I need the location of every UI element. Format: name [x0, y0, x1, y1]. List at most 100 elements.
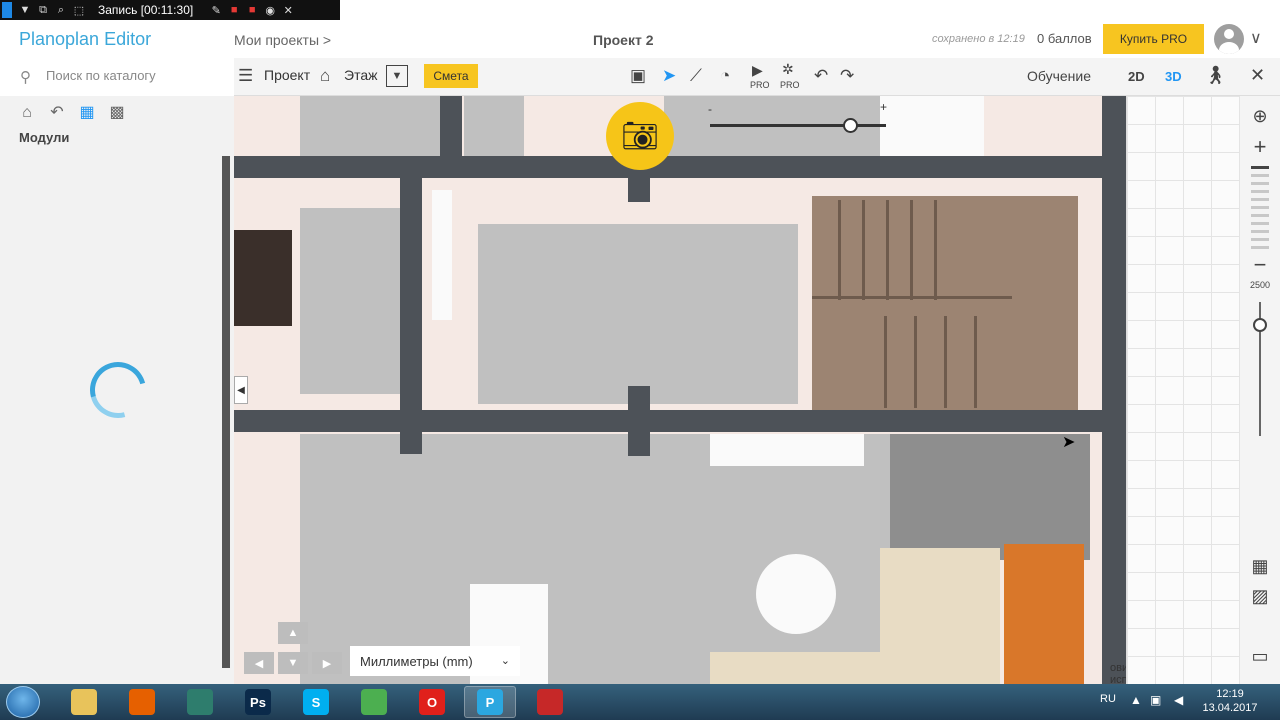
- pen-icon[interactable]: ✎: [207, 4, 225, 17]
- volume-icon[interactable]: ◀: [1174, 693, 1183, 707]
- draw-wall-icon[interactable]: ⟋: [690, 66, 702, 86]
- taskbar-chrome-button[interactable]: [348, 686, 400, 718]
- mode-3d-button[interactable]: 3D: [1165, 69, 1182, 84]
- learn-button[interactable]: Обучение: [1027, 68, 1091, 84]
- start-button[interactable]: [6, 686, 40, 718]
- taskbar-opera-button[interactable]: O: [406, 686, 458, 718]
- grid-icon[interactable]: ▩: [108, 104, 126, 122]
- zoom-slider[interactable]: [710, 124, 886, 127]
- zoom-out-icon[interactable]: −: [1240, 252, 1280, 278]
- light-icon[interactable]: ✲: [782, 61, 794, 78]
- stair-step: [886, 200, 889, 300]
- sidebar-scrollbar[interactable]: [222, 156, 230, 668]
- system-clock[interactable]: 12:19 13.04.2017: [1200, 687, 1260, 715]
- explorer-icon: [71, 689, 97, 715]
- brand-title[interactable]: Planoplan Editor: [19, 29, 151, 50]
- windows-taskbar: Ps S O P RU ▲ ▣ ◀ 12:19 13.04.2017: [0, 684, 1280, 720]
- zoom-in-icon[interactable]: +: [1240, 134, 1280, 160]
- firefox-icon: [129, 689, 155, 715]
- catalog-sidebar: ⚲ Поиск по каталогу ⌂ ↶ ▦ ▩ Модули: [0, 58, 234, 684]
- locate-icon[interactable]: ⊕: [1240, 106, 1280, 127]
- magnet-icon[interactable]: ◔: [720, 66, 730, 86]
- taskbar-recorder-button[interactable]: [524, 686, 576, 718]
- zoom-minus-icon[interactable]: -: [708, 102, 712, 116]
- floor-area: [464, 96, 524, 156]
- floor-icon[interactable]: ⌂: [320, 66, 330, 86]
- collapse-sidebar-button[interactable]: ◀: [234, 376, 248, 404]
- avatar[interactable]: [1214, 24, 1244, 54]
- taskbar-planoplan-button[interactable]: P: [464, 686, 516, 718]
- undo-icon[interactable]: ↶: [48, 104, 66, 122]
- view-controls: ⊕ + − 2500 ▦ ▨ ▭: [1240, 96, 1280, 684]
- menu-icon[interactable]: ☰: [238, 66, 253, 86]
- taskbar-explorer-button[interactable]: [58, 686, 110, 718]
- home-icon[interactable]: ⌂: [18, 104, 36, 122]
- wall: [440, 96, 462, 156]
- close-icon[interactable]: ✕: [279, 4, 297, 17]
- recording-time: Запись [00:11:30]: [98, 3, 194, 17]
- fullscreen-icon[interactable]: ✕: [1250, 65, 1265, 86]
- vertical-slider-handle[interactable]: [1253, 318, 1267, 332]
- stair-step: [862, 200, 865, 300]
- camera-button[interactable]: 📷︎: [606, 102, 674, 170]
- pointer-icon[interactable]: ➤: [662, 66, 676, 86]
- undo-icon[interactable]: ↶: [814, 66, 828, 86]
- camera-icon[interactable]: ◉: [261, 4, 279, 17]
- record-icon[interactable]: ■: [243, 4, 261, 16]
- grid-view-icon[interactable]: ▦: [1240, 556, 1280, 577]
- camera-icon: 📷︎: [620, 119, 660, 153]
- mode-2d-button[interactable]: 2D: [1128, 69, 1145, 84]
- zoom-icon[interactable]: ⌕: [52, 4, 70, 17]
- stair-step: [914, 316, 917, 408]
- minimap-grid[interactable]: [1126, 96, 1240, 684]
- estimate-button[interactable]: Смета: [424, 64, 478, 88]
- recorder-icon: [537, 689, 563, 715]
- units-select[interactable]: Миллиметры (mm) ⌄: [350, 646, 520, 676]
- windows-icon[interactable]: ⧉: [34, 4, 52, 17]
- zoom-plus-icon[interactable]: +: [880, 100, 887, 114]
- floor-area: [478, 224, 798, 404]
- points-count: 0 баллов: [1037, 31, 1092, 46]
- taskbar-skype-button[interactable]: S: [290, 686, 342, 718]
- floor-menu[interactable]: Этаж: [344, 67, 377, 83]
- redo-icon[interactable]: ↷: [840, 66, 854, 86]
- taskbar-firefox-button[interactable]: [116, 686, 168, 718]
- sofa: [710, 652, 890, 684]
- nav-right-button[interactable]: ▶: [312, 652, 342, 674]
- chevron-down-icon[interactable]: ∨: [1250, 28, 1262, 48]
- project-menu[interactable]: Проект: [264, 67, 310, 83]
- taskbar-photoshop-button[interactable]: Ps: [232, 686, 284, 718]
- tiles-icon[interactable]: ▦: [78, 104, 96, 122]
- save-icon[interactable]: ▣: [630, 66, 646, 86]
- saved-status: сохранено в 12:19: [932, 33, 1025, 45]
- walk-icon[interactable]: 🚶︎: [1204, 65, 1227, 86]
- nav-up-button[interactable]: ▲: [278, 622, 308, 644]
- chrome-icon: [361, 689, 387, 715]
- buy-pro-button[interactable]: Купить PRO: [1103, 24, 1204, 54]
- panorama-icon[interactable]: ▭: [1240, 646, 1280, 667]
- stair-step: [884, 316, 887, 408]
- stop-icon[interactable]: ■: [225, 4, 243, 16]
- taskbar-app-3d-button[interactable]: [174, 686, 226, 718]
- photoshop-icon: Ps: [245, 689, 271, 715]
- project-title[interactable]: Проект 2: [593, 32, 654, 48]
- tray-arrow-icon[interactable]: ▲: [1130, 693, 1142, 707]
- floor-dropdown-icon[interactable]: ▼: [386, 65, 408, 87]
- video-icon[interactable]: ▶: [752, 62, 763, 79]
- breadcrumb[interactable]: Мои проекты >: [234, 32, 331, 48]
- network-icon[interactable]: ▣: [1150, 693, 1161, 707]
- stair-step: [944, 316, 947, 408]
- scene-canvas[interactable]: 📷︎ - + ◀ ▲ ◀ ▼ ▶ Миллиметры (mm) ⌄ ➤ ови…: [234, 96, 1126, 684]
- language-indicator[interactable]: RU: [1100, 693, 1116, 705]
- image-icon[interactable]: ▨: [1240, 586, 1280, 607]
- nav-down-button[interactable]: ▼: [278, 652, 308, 674]
- app-3d-icon: [187, 689, 213, 715]
- nav-left-button[interactable]: ◀: [244, 652, 274, 674]
- catalog-search[interactable]: ⚲ Поиск по каталогу: [0, 58, 234, 96]
- dropdown-icon[interactable]: ▼: [16, 4, 34, 16]
- floor-area: [300, 96, 440, 156]
- search-input[interactable]: Поиск по каталогу: [46, 68, 156, 83]
- crop-icon[interactable]: ⬚: [70, 4, 88, 17]
- zoom-slider-handle[interactable]: [842, 118, 858, 133]
- terms-link[interactable]: овия использования: [1110, 662, 1126, 684]
